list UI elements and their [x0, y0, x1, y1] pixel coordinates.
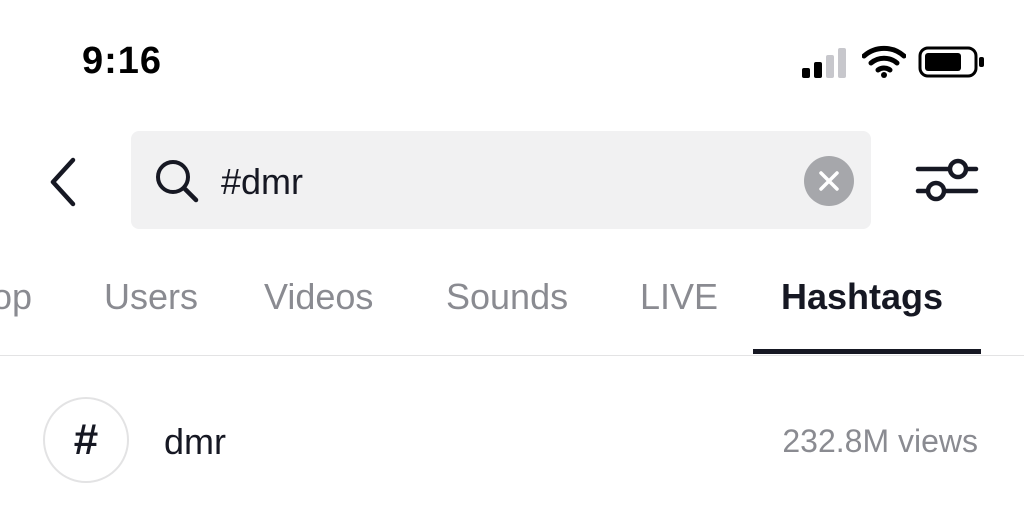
battery-icon: [918, 46, 984, 78]
tab-sounds[interactable]: Sounds: [446, 276, 568, 318]
search-input[interactable]: [219, 155, 783, 209]
clear-x-icon: [819, 171, 839, 191]
status-time: 9:16: [82, 40, 163, 82]
tab-live[interactable]: LIVE: [640, 276, 718, 318]
magnifier-icon: [156, 160, 199, 203]
filter-sliders-icon[interactable]: [914, 152, 980, 208]
cellular-signal-icon: [802, 48, 846, 78]
hashtag-name: dmr: [164, 421, 226, 462]
back-button[interactable]: [38, 152, 88, 212]
status-bar: 9:16: [0, 0, 1024, 110]
tab-videos[interactable]: Videos: [264, 276, 373, 318]
tab-top[interactable]: op: [0, 276, 32, 318]
search-tabs: op Users Videos Sounds LIVE Hashtags: [0, 262, 1024, 356]
hashtag-result-row[interactable]: # dmr 232.8M views: [0, 395, 1024, 491]
clear-search-button[interactable]: [804, 156, 854, 206]
active-tab-indicator: [753, 349, 981, 354]
hashtag-views: 232.8M views: [782, 423, 978, 459]
tab-users[interactable]: Users: [104, 276, 198, 318]
tab-hashtags[interactable]: Hashtags: [781, 276, 943, 318]
hashtag-icon: #: [43, 397, 129, 483]
search-box[interactable]: [131, 131, 871, 229]
hashtag-symbol: #: [73, 415, 99, 464]
chevron-left-icon: [50, 157, 76, 207]
wifi-icon: [862, 45, 906, 78]
search-header: [0, 130, 1024, 230]
